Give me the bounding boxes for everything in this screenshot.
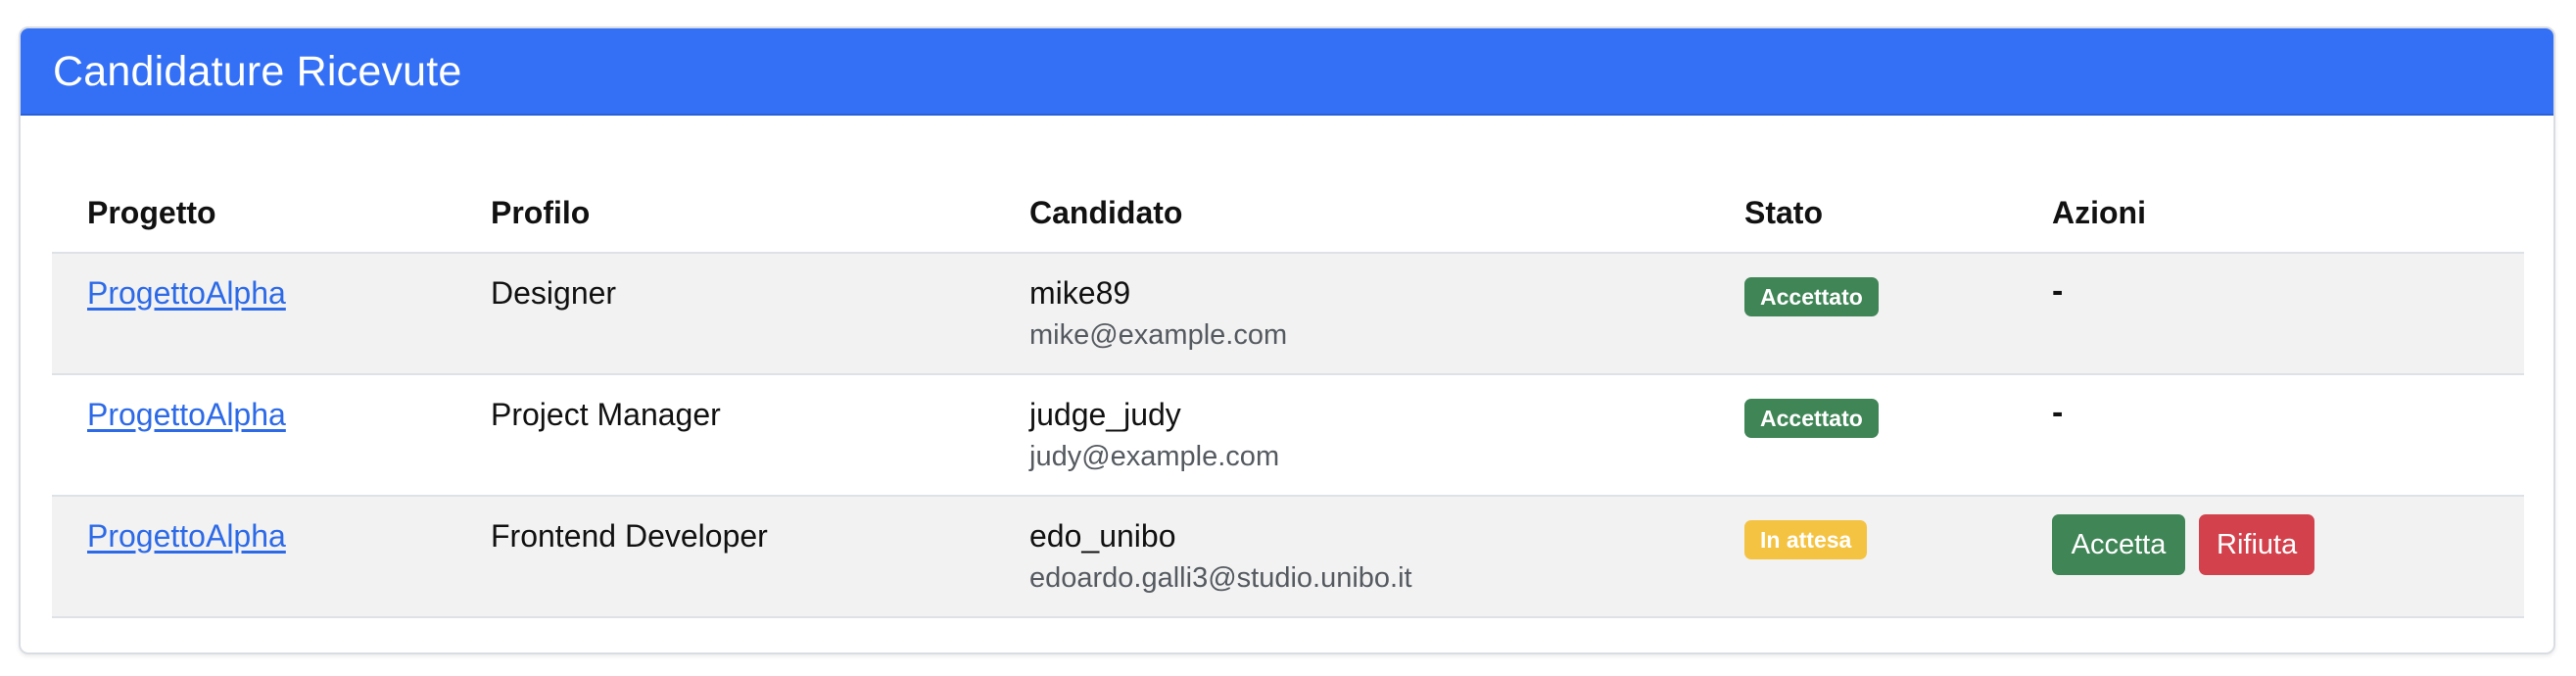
project-link[interactable]: ProgettoAlpha bbox=[87, 275, 286, 311]
column-header-actions: Azioni bbox=[2052, 195, 2146, 230]
profile-cell: Frontend Developer bbox=[491, 518, 768, 554]
applications-card: Candidature Ricevute Progetto Profilo Ca… bbox=[19, 26, 2555, 654]
accept-button[interactable]: Accetta bbox=[2052, 514, 2185, 575]
column-header-candidate: Candidato bbox=[1029, 195, 1183, 230]
candidate-email: mike@example.com bbox=[1029, 319, 1288, 351]
project-cell: ProgettoAlpha bbox=[87, 273, 286, 313]
status-badge: In attesa bbox=[1744, 520, 1868, 559]
project-link[interactable]: ProgettoAlpha bbox=[87, 518, 286, 554]
profile-cell: Designer bbox=[491, 275, 617, 311]
page-title: Candidature Ricevute bbox=[53, 48, 462, 95]
table-row: ProgettoAlpha Designer mike89 mike@examp… bbox=[52, 254, 2524, 375]
no-actions-placeholder: - bbox=[2052, 394, 2064, 431]
column-header-project: Progetto bbox=[87, 195, 216, 230]
status-badge: Accettato bbox=[1744, 277, 1879, 316]
column-header-profile: Profilo bbox=[491, 195, 591, 230]
candidate-username: mike89 bbox=[1029, 275, 1131, 311]
no-actions-placeholder: - bbox=[2052, 272, 2064, 310]
table-header: Progetto Profilo Candidato Stato Azioni bbox=[52, 170, 2524, 254]
project-link[interactable]: ProgettoAlpha bbox=[87, 397, 286, 432]
table-row: ProgettoAlpha Project Manager judge_judy… bbox=[52, 375, 2524, 497]
applications-table: Progetto Profilo Candidato Stato Azioni … bbox=[52, 170, 2524, 618]
table-row: ProgettoAlpha Frontend Developer edo_uni… bbox=[52, 497, 2524, 618]
candidate-username: judge_judy bbox=[1029, 397, 1181, 432]
card-header: Candidature Ricevute bbox=[21, 28, 2553, 116]
project-cell: ProgettoAlpha bbox=[87, 395, 286, 434]
column-header-status: Stato bbox=[1744, 195, 1823, 230]
profile-cell: Project Manager bbox=[491, 397, 721, 432]
reject-button[interactable]: Rifiuta bbox=[2199, 514, 2314, 575]
candidate-email: judy@example.com bbox=[1029, 441, 1280, 472]
candidate-email: edoardo.galli3@studio.unibo.it bbox=[1029, 562, 1412, 594]
project-cell: ProgettoAlpha bbox=[87, 516, 286, 555]
candidate-username: edo_unibo bbox=[1029, 518, 1176, 554]
status-badge: Accettato bbox=[1744, 399, 1879, 438]
